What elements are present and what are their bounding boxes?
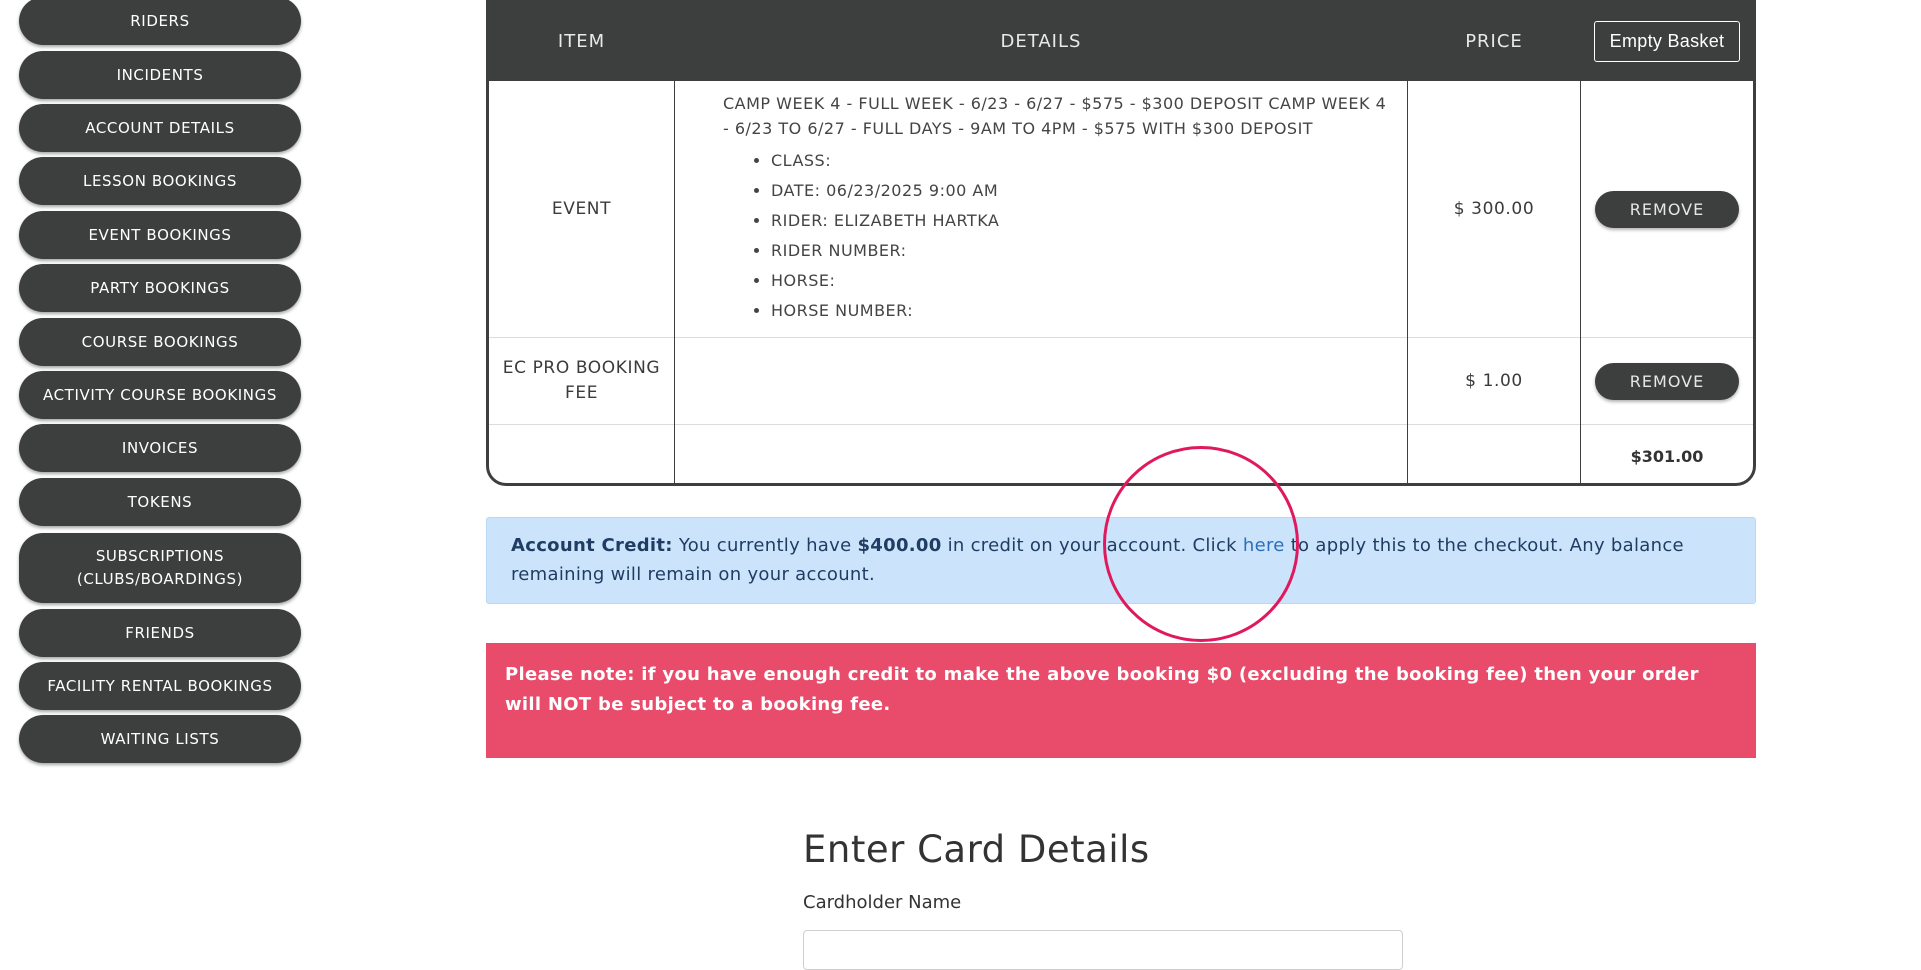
detail-date: DATE: 06/23/2025 9:00 AM [771,176,1397,206]
booking-fee-note: Please note: if you have enough credit t… [486,643,1756,758]
event-title: CAMP WEEK 4 - FULL WEEK - 6/23 - 6/27 - … [723,94,1387,138]
header-details: DETAILS [1000,30,1082,52]
sidebar-item-invoices[interactable]: INVOICES [19,424,301,472]
sidebar-item-subscriptions[interactable]: SUBSCRIPTIONS (CLUBS/BOARDINGS) [19,533,301,603]
empty-basket-button[interactable]: Empty Basket [1593,20,1741,62]
row-item-type: EC PRO BOOKING FEE [502,358,661,403]
row-price-cell: $ 1.00 [1408,338,1580,424]
sidebar-item-waiting-lists[interactable]: WAITING LISTS [19,715,301,763]
sidebar-item-activity-course-bookings[interactable]: ACTIVITY COURSE BOOKINGS [19,371,301,419]
sidebar-item-course-bookings[interactable]: COURSE BOOKINGS [19,318,301,366]
sidebar-item-riders[interactable]: RIDERS [19,0,301,45]
column-divider [674,1,675,483]
apply-credit-link[interactable]: here [1243,535,1285,556]
basket-table: ITEM DETAILS PRICE Empty Basket EVENT CA… [486,0,1756,486]
sidebar-item-event-bookings[interactable]: EVENT BOOKINGS [19,211,301,259]
remove-booking-fee-button[interactable]: REMOVE [1595,362,1739,400]
sidebar-item-lesson-bookings[interactable]: LESSON BOOKINGS [19,157,301,205]
detail-rider-number: RIDER NUMBER: [771,236,1397,266]
basket-total: $301.00 [1630,446,1704,466]
cardholder-name-label: Cardholder Name [803,892,962,913]
sidebar-item-tokens[interactable]: TOKENS [19,478,301,526]
detail-horse: HORSE: [771,266,1397,296]
detail-class: CLASS: [771,146,1397,176]
account-credit-alert: Account Credit: You currently have $400.… [486,517,1756,604]
sidebar-item-account-details[interactable]: ACCOUNT DETAILS [19,104,301,152]
row-action: REMOVE [1581,338,1753,424]
row-item-type: EVENT [551,199,612,219]
credit-amount: $400.00 [857,535,942,556]
credit-text-1: You currently have [672,535,858,556]
sidebar-item-facility-rental-bookings[interactable]: FACILITY RENTAL BOOKINGS [19,662,301,710]
column-divider [1580,1,1581,483]
row-details: CAMP WEEK 4 - FULL WEEK - 6/23 - 6/27 - … [675,81,1407,337]
basket-table-header: ITEM DETAILS PRICE Empty Basket [489,1,1753,81]
sidebar-item-party-bookings[interactable]: PARTY BOOKINGS [19,264,301,312]
cardholder-name-input[interactable] [803,930,1403,970]
table-row: EC PRO BOOKING FEE $ 1.00 REMOVE [489,338,1753,424]
total-row: $301.00 [489,425,1753,483]
credit-text-2: in credit on your account. Click [941,535,1243,556]
header-item: ITEM [557,30,606,52]
event-detail-list: CLASS: DATE: 06/23/2025 9:00 AM RIDER: E… [723,146,1397,326]
row-action: REMOVE [1581,81,1753,337]
detail-horse-number: HORSE NUMBER: [771,296,1397,326]
card-details-title: Enter Card Details [803,828,1150,871]
table-row: EVENT CAMP WEEK 4 - FULL WEEK - 6/23 - 6… [489,81,1753,337]
header-price: PRICE [1465,30,1523,52]
column-divider [1407,1,1408,483]
sidebar-item-incidents[interactable]: INCIDENTS [19,51,301,99]
sidebar-item-friends[interactable]: FRIENDS [19,609,301,657]
row-price: $ 300.00 [1453,199,1535,219]
credit-label: Account Credit: [511,535,673,556]
remove-event-button[interactable]: REMOVE [1595,190,1739,228]
booking-fee-note-text: Please note: if you have enough credit t… [505,664,1699,715]
header-action: Empty Basket [1581,1,1753,81]
detail-rider: RIDER: ELIZABETH HARTKA [771,206,1397,236]
row-price: $ 1.00 [1465,371,1523,391]
